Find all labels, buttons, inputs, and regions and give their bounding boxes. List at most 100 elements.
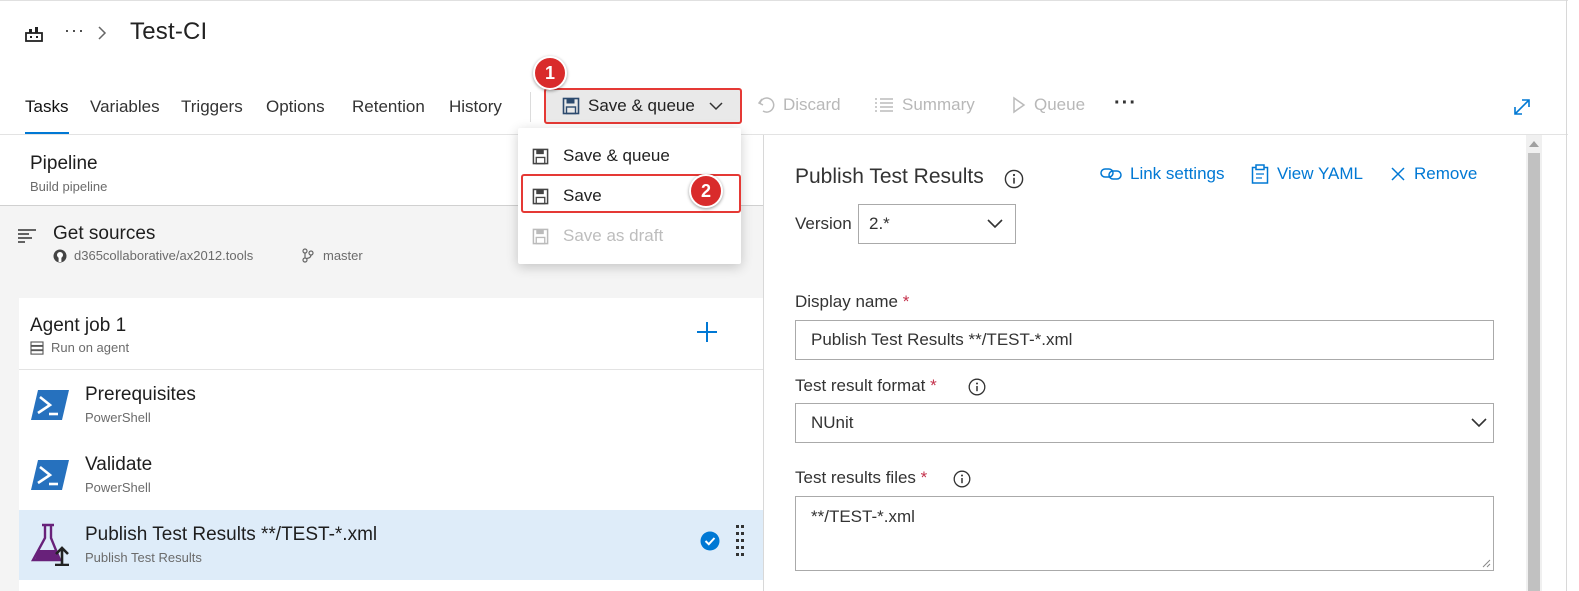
save-icon <box>562 97 580 115</box>
discard-button[interactable]: Discard <box>757 95 841 115</box>
toolbar-divider <box>530 92 531 122</box>
task-row[interactable]: Validate PowerShell <box>19 440 763 510</box>
menu-item-save-as-draft[interactable]: Save as draft <box>518 216 741 256</box>
save-queue-label: Save & queue <box>588 96 695 115</box>
save-queue-button[interactable]: Save & queue <box>544 88 742 124</box>
powershell-icon <box>30 388 70 422</box>
tab-tasks[interactable]: Tasks <box>25 95 69 135</box>
summary-button[interactable]: Summary <box>874 95 975 115</box>
files-label: Test results files * <box>795 468 927 488</box>
undo-icon <box>757 96 775 114</box>
task-subtitle: PowerShell <box>85 480 151 495</box>
pipeline-icon[interactable] <box>24 24 44 44</box>
format-select[interactable]: NUnit <box>795 403 1494 443</box>
drag-handle-icon[interactable] <box>735 524 745 560</box>
expand-icon[interactable] <box>1512 97 1532 117</box>
chevron-down-icon <box>709 101 723 111</box>
tab-variables[interactable]: Variables <box>90 95 160 135</box>
get-sources-title: Get sources <box>53 223 156 244</box>
panel-divider <box>763 135 764 591</box>
required-mark: * <box>920 468 928 487</box>
flask-publish-icon <box>30 522 72 566</box>
format-label-text: Test result format <box>795 376 926 395</box>
pipeline-subtitle: Build pipeline <box>30 179 108 194</box>
branch-icon <box>302 248 314 263</box>
summary-label: Summary <box>902 95 975 114</box>
details-title: Publish Test Results <box>795 165 984 188</box>
clipboard-icon <box>1251 164 1269 184</box>
queue-button[interactable]: Queue <box>1012 95 1085 115</box>
powershell-icon <box>30 458 70 492</box>
link-settings-label: Link settings <box>1130 164 1225 183</box>
view-yaml-button[interactable]: View YAML <box>1251 164 1363 184</box>
task-row[interactable]: Prerequisites PowerShell <box>19 370 763 440</box>
step-badge-2: 2 <box>689 174 723 208</box>
save-icon <box>532 148 549 165</box>
add-task-icon[interactable] <box>695 320 719 344</box>
scrollbar-track[interactable] <box>1526 135 1542 591</box>
info-icon[interactable] <box>968 378 986 396</box>
task-subtitle: Publish Test Results <box>85 550 202 565</box>
format-label: Test result format * <box>795 376 937 396</box>
breadcrumb-chevron-icon <box>97 25 107 41</box>
play-icon <box>1012 96 1026 114</box>
remove-button[interactable]: Remove <box>1390 164 1477 184</box>
version-select[interactable]: 2.* <box>858 204 1016 244</box>
view-yaml-label: View YAML <box>1277 164 1363 183</box>
task-title: Prerequisites <box>85 384 196 405</box>
format-value: NUnit <box>811 413 854 432</box>
task-subtitle: PowerShell <box>85 410 151 425</box>
branch-name: master <box>323 248 363 263</box>
remove-label: Remove <box>1414 164 1478 183</box>
tab-tasks-label: Tasks <box>25 97 69 116</box>
server-icon <box>30 341 44 355</box>
files-value: **/TEST-*.xml <box>811 507 915 526</box>
display-name-label: Display name * <box>795 292 909 312</box>
info-icon[interactable] <box>1004 169 1024 189</box>
tab-history[interactable]: History <box>449 95 502 135</box>
task-row-selected[interactable]: Publish Test Results **/TEST-*.xml Publi… <box>19 510 763 580</box>
tab-triggers[interactable]: Triggers <box>181 95 243 135</box>
files-label-text: Test results files <box>795 468 916 487</box>
more-actions-button[interactable]: ··· <box>1114 92 1137 115</box>
tab-retention[interactable]: Retention <box>352 95 425 135</box>
chevron-down-icon <box>1471 418 1487 428</box>
queue-label: Queue <box>1034 95 1086 114</box>
display-name-input[interactable]: Publish Test Results **/TEST-*.xml <box>795 320 1494 360</box>
scrollbar-thumb[interactable] <box>1528 153 1540 591</box>
step-badge-1: 1 <box>533 56 567 90</box>
task-title: Validate <box>85 454 153 475</box>
resize-grip-icon[interactable] <box>1482 559 1491 568</box>
agent-job-subtitle: Run on agent <box>51 340 130 355</box>
breadcrumb-more[interactable]: ··· <box>64 20 85 41</box>
agent-job-row[interactable]: Agent job 1 Run on agent <box>19 298 763 369</box>
required-mark: * <box>930 376 937 395</box>
menu-item-label: Save as draft <box>563 226 664 245</box>
scroll-up-icon[interactable] <box>1529 140 1539 147</box>
right-edge <box>1566 0 1567 591</box>
chevron-down-icon <box>987 219 1003 229</box>
agent-job-card: Agent job 1 Run on agent Prerequisites P… <box>19 298 763 591</box>
sources-icon <box>17 228 37 244</box>
agent-job-title: Agent job 1 <box>30 315 127 336</box>
required-mark: * <box>902 292 910 311</box>
pipeline-title: Pipeline <box>30 153 98 174</box>
close-icon <box>1390 166 1406 182</box>
version-value: 2.* <box>869 214 890 233</box>
check-circle-icon <box>700 531 720 551</box>
link-settings-button[interactable]: Link settings <box>1100 164 1225 184</box>
list-icon <box>874 97 894 113</box>
files-textarea[interactable]: **/TEST-*.xml <box>795 496 1494 571</box>
tab-options[interactable]: Options <box>266 95 325 135</box>
discard-label: Discard <box>783 95 841 114</box>
info-icon[interactable] <box>953 470 971 488</box>
link-icon <box>1100 167 1122 181</box>
menu-item-label: Save & queue <box>563 146 670 165</box>
repo-name: d365collaborative/ax2012.tools <box>74 248 254 263</box>
version-label: Version <box>795 214 852 233</box>
display-name-value: Publish Test Results **/TEST-*.xml <box>811 330 1073 349</box>
menu-item-save-queue[interactable]: Save & queue <box>518 136 741 176</box>
save-icon <box>532 228 549 245</box>
github-icon <box>53 249 67 263</box>
page-title: Test-CI <box>130 18 208 45</box>
